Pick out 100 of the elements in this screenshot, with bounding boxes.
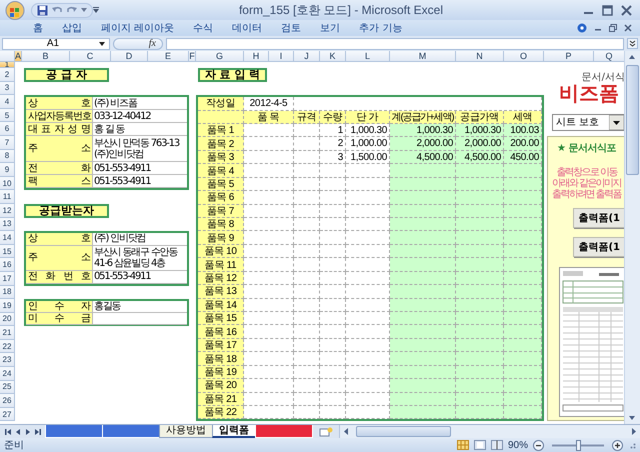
column-header[interactable]: K <box>320 51 346 62</box>
resize-grip-icon[interactable] <box>628 441 636 449</box>
sheet-tab[interactable] <box>255 425 313 438</box>
column-header[interactable]: C <box>70 51 111 62</box>
row-header[interactable]: 22 <box>0 340 15 354</box>
column-header[interactable]: O <box>504 51 544 62</box>
sheet-protect-select[interactable]: 시트 보호 <box>552 114 624 131</box>
row-header[interactable]: 21 <box>0 326 15 340</box>
column-header[interactable]: P <box>544 51 594 62</box>
last-sheet-icon[interactable] <box>35 428 41 436</box>
column-header[interactable]: I <box>269 51 294 62</box>
column-header[interactable]: F <box>189 51 196 62</box>
help-icon[interactable] <box>577 23 587 33</box>
zoom-in-icon[interactable] <box>612 440 623 450</box>
row-header[interactable]: 14 <box>0 231 15 245</box>
ribbon-tab[interactable]: 페이지 레이아웃 <box>100 21 176 35</box>
row-header[interactable]: 16 <box>0 258 15 272</box>
column-header[interactable]: E <box>148 51 189 62</box>
function-button[interactable]: fx <box>113 38 163 50</box>
sheet-tab[interactable]: 입력폼 <box>212 425 256 438</box>
row-header[interactable]: 23 <box>0 353 15 368</box>
row-header[interactable]: 2 <box>0 68 15 82</box>
row-header[interactable]: 24 <box>0 367 15 381</box>
expand-icon[interactable] <box>627 38 638 49</box>
column-header[interactable]: L <box>346 51 390 62</box>
sheet-tab[interactable] <box>102 425 160 438</box>
column-header <box>198 110 244 124</box>
table-cell <box>294 312 320 326</box>
table-cell <box>244 124 294 138</box>
column-header[interactable]: J <box>294 51 320 62</box>
row-header[interactable]: 10 <box>0 176 15 190</box>
row-label: 품목 5 <box>198 178 244 192</box>
horizontal-scrollbar[interactable] <box>339 425 640 438</box>
slider-thumb[interactable] <box>576 440 580 450</box>
row-header[interactable]: 27 <box>0 408 15 422</box>
table-cell <box>294 204 320 218</box>
formula-input[interactable] <box>166 38 624 50</box>
row-header[interactable]: 8 <box>0 150 15 164</box>
table-cell: 4,500.00 <box>456 150 504 164</box>
row-header[interactable]: 11 <box>0 190 15 204</box>
row-header[interactable]: 18 <box>0 286 15 300</box>
sheet-tab[interactable] <box>45 425 103 438</box>
row-header[interactable]: 19 <box>0 299 15 313</box>
column-header[interactable]: B <box>22 51 70 62</box>
insert-sheet-icon[interactable] <box>319 426 333 436</box>
ribbon-tab[interactable]: 검토 <box>280 21 302 35</box>
column-header[interactable]: M <box>390 51 456 62</box>
ribbon-tab[interactable]: 추가 기능 <box>358 21 404 35</box>
column-header[interactable]: A <box>15 51 22 62</box>
save-icon[interactable] <box>37 4 48 16</box>
maximize-icon[interactable] <box>602 4 613 16</box>
row-header[interactable]: 3 <box>0 82 15 96</box>
column-header[interactable]: H <box>244 51 269 62</box>
column-header[interactable]: N <box>456 51 504 62</box>
close-icon[interactable] <box>621 4 632 16</box>
sheet-tab[interactable]: 사용방법 <box>159 425 213 438</box>
scroll-thumb[interactable] <box>356 426 451 437</box>
vertical-scrollbar[interactable] <box>624 51 640 424</box>
row-header[interactable]: 12 <box>0 204 15 218</box>
next-sheet-icon[interactable] <box>25 428 31 436</box>
row-header[interactable]: 5 <box>0 108 15 122</box>
row-header[interactable]: 15 <box>0 244 15 258</box>
ribbon-tab[interactable]: 데이터 <box>231 21 264 35</box>
row-header[interactable]: 13 <box>0 218 15 232</box>
print-form-button[interactable]: 출력폼(1 <box>573 208 624 228</box>
zoom-out-icon[interactable] <box>533 440 544 450</box>
column-header[interactable]: Q <box>594 51 624 62</box>
column-header[interactable]: D <box>111 51 148 62</box>
row-header[interactable]: 20 <box>0 312 15 326</box>
name-box[interactable]: A1 <box>2 38 110 50</box>
row-header[interactable]: 17 <box>0 272 15 286</box>
customize-caret-icon[interactable] <box>93 7 99 13</box>
table-cell: 1,000.30 <box>390 124 456 138</box>
row-header[interactable]: 25 <box>0 380 15 394</box>
row-header[interactable]: 4 <box>0 95 15 109</box>
page-break-view-icon[interactable] <box>490 440 503 450</box>
page-layout-view-icon[interactable] <box>474 440 486 450</box>
row-label: 품목 15 <box>198 312 244 326</box>
ribbon-tab[interactable]: 삽입 <box>61 21 83 35</box>
dropdown-button[interactable] <box>609 114 624 130</box>
row-header[interactable]: 7 <box>0 136 15 150</box>
print-form-button[interactable]: 출력폼(1 <box>573 236 624 257</box>
first-sheet-icon[interactable] <box>5 428 11 436</box>
caret-icon[interactable] <box>99 42 105 46</box>
ribbon-tab[interactable]: 홈 <box>32 21 44 35</box>
restore-icon[interactable] <box>609 24 617 32</box>
ribbon-tab[interactable]: 수식 <box>192 21 214 35</box>
close-icon[interactable] <box>624 24 632 32</box>
prev-sheet-icon[interactable] <box>15 428 21 436</box>
scroll-thumb[interactable] <box>626 65 639 175</box>
row-header[interactable]: 6 <box>0 122 15 136</box>
row-header[interactable]: 9 <box>0 163 15 177</box>
field-value: 부산시 만덕동 763-13 (주)인비닷컴 <box>93 136 187 162</box>
row-label: 품목 8 <box>198 218 244 232</box>
ribbon-tab[interactable]: 보기 <box>319 21 342 35</box>
column-header[interactable]: G <box>196 51 244 62</box>
row-header[interactable]: 26 <box>0 394 15 408</box>
status-text: 준비 <box>4 439 25 452</box>
office-button[interactable] <box>3 0 27 20</box>
row-label: 품목 7 <box>198 204 244 218</box>
